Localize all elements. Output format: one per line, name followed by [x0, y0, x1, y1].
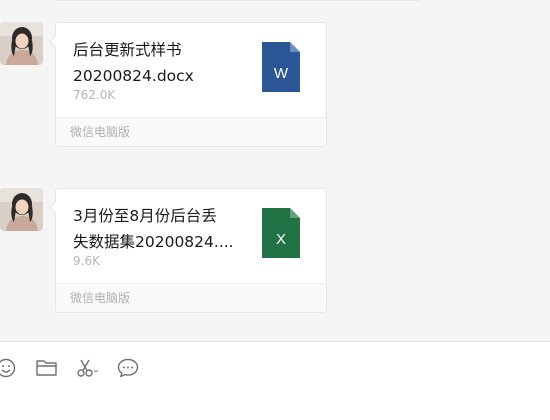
- file-message-card[interactable]: 后台更新式样书 20200824.docx 762.0K W 微信电脑版: [55, 22, 327, 147]
- message-source: 微信电脑版: [56, 283, 326, 312]
- avatar[interactable]: [0, 22, 43, 65]
- previous-message-edge: [55, 0, 419, 1]
- chat-message-area[interactable]: 后台更新式样书 20200824.docx 762.0K W 微信电脑版 3月份…: [0, 0, 550, 342]
- avatar[interactable]: [0, 188, 43, 231]
- file-type-letter: X: [276, 231, 286, 248]
- message-source: 微信电脑版: [56, 117, 326, 146]
- message-input-area[interactable]: [0, 342, 550, 420]
- chat-bubble-icon[interactable]: [116, 357, 140, 379]
- file-size: 9.6K: [73, 254, 100, 268]
- word-file-icon: W: [262, 42, 300, 92]
- excel-file-icon: X: [262, 208, 300, 258]
- file-name: 3月份至8月份后台丢 失数据集20200824....: [73, 207, 234, 251]
- file-size: 762.0K: [73, 88, 116, 102]
- file-name: 后台更新式样书 20200824.docx: [73, 41, 194, 85]
- emoji-icon[interactable]: [0, 357, 20, 379]
- file-message-card[interactable]: 3月份至8月份后台丢 失数据集20200824.... 9.6K X 微信电脑版: [55, 188, 327, 313]
- scissors-icon[interactable]: [75, 357, 99, 379]
- file-type-letter: W: [274, 65, 289, 82]
- folder-icon[interactable]: [35, 357, 59, 379]
